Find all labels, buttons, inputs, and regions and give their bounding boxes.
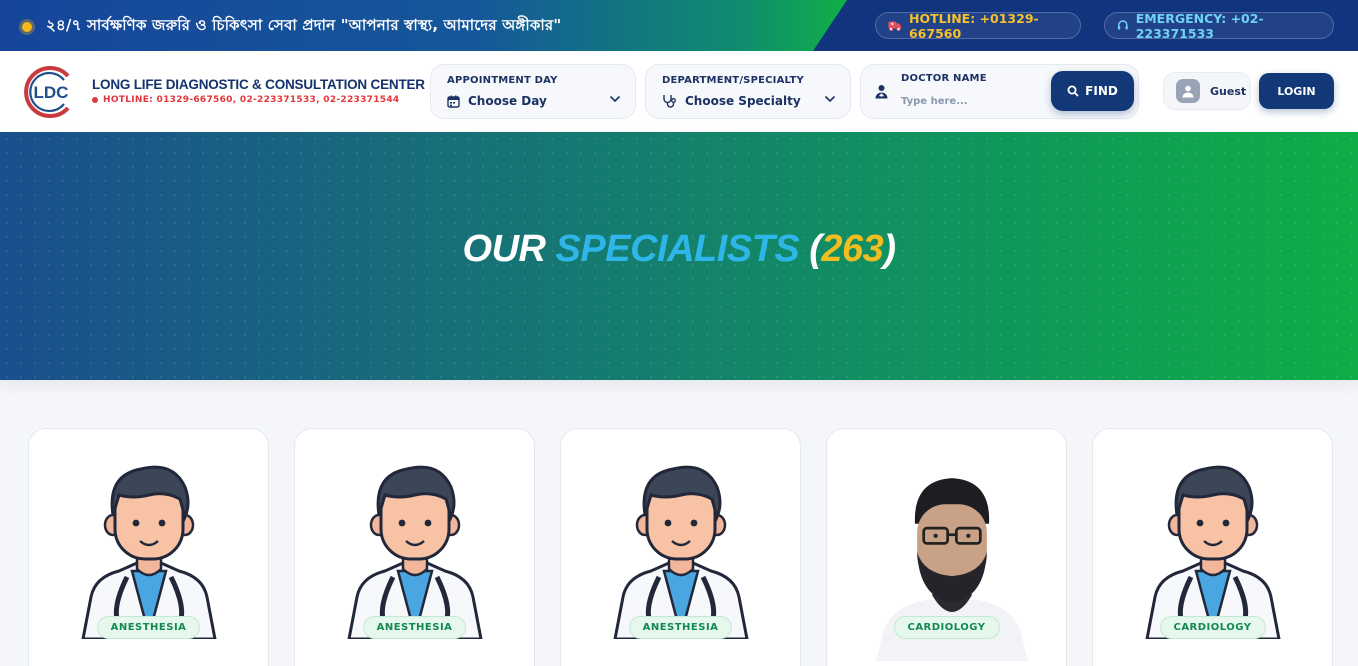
doctor-card[interactable]: ANESTHESIA [560,428,801,666]
page-title: OUR SPECIALISTS (263) [462,228,896,270]
hotline-dot-icon [92,97,98,103]
doctor-avatar-illustration [613,465,749,639]
chevron-down-icon [609,95,621,103]
hotline-text: HOTLINE: +01329-667560 [908,10,1039,41]
doctor-avatar-illustration [1145,465,1281,639]
department-badge: CARDIOLOGY [1159,616,1266,639]
emergency-pill[interactable]: EMERGENCY: +02-223371533 [1104,10,1334,41]
stethoscope-icon [663,95,676,108]
doctor-card[interactable]: CARDIOLOGY [826,428,1067,666]
brand-hotline-text: HOTLINE: 01329-667560, 02-223371533, 02-… [103,95,400,105]
guest-label: Guest [1210,84,1247,98]
doctor-name-label: DOCTOR NAME [901,73,987,84]
guest-account[interactable]: Guest [1163,72,1251,110]
ldc-logo[interactable]: LDC [24,65,78,119]
headset-icon [1117,20,1128,30]
emergency-text: EMERGENCY: +02-223371533 [1135,10,1264,41]
department-badge: ANESTHESIA [362,616,467,639]
doctor-avatar-illustration [81,465,217,639]
brand-hotline: HOTLINE: 01329-667560, 02-223371533, 02-… [92,95,399,105]
doctor-card[interactable]: ANESTHESIA [28,428,269,666]
doctor-avatar-illustration [347,465,483,639]
specialist-count: 263 [821,228,884,270]
hotline-pill[interactable]: HOTLINE: +01329-667560 [875,10,1081,41]
user-icon [1182,85,1194,97]
doctor-icon [875,85,888,99]
department-badge: ANESTHESIA [96,616,201,639]
department-label: DEPARTMENT/SPECIALTY [662,75,804,86]
appointment-day-select[interactable]: APPOINTMENT DAY Choose Day [430,64,636,119]
avatar [1176,79,1200,103]
brand-name: LONG LIFE DIAGNOSTIC & CONSULTATION CENT… [92,77,425,92]
department-select[interactable]: DEPARTMENT/SPECIALTY Choose Specialty [645,64,851,119]
svg-text:LDC: LDC [34,83,69,102]
appointment-day-label: APPOINTMENT DAY [447,75,558,86]
specialists-hero: OUR SPECIALISTS (263) [0,132,1358,380]
find-button[interactable]: FIND [1051,71,1134,111]
live-dot-icon [22,21,32,32]
search-icon [1067,85,1079,97]
announcement-text: ২৪/৭ সার্বক্ষণিক জরুরি ও চিকিৎসা সেবা প্… [46,16,562,34]
ambulance-icon [888,21,902,32]
main-header: LDC LONG LIFE DIAGNOSTIC & CONSULTATION … [0,51,1358,132]
department-badge: ANESTHESIA [628,616,733,639]
doctor-name-input[interactable] [901,92,1041,110]
doctor-card[interactable]: ANESTHESIA [294,428,535,666]
announcement-marquee: ২৪/৭ সার্বক্ষণিক জরুরি ও চিকিৎসা সেবা প্… [22,14,561,39]
appointment-day-value: Choose Day [447,94,547,108]
chevron-down-icon [824,95,836,103]
doctor-card-grid: ANESTHESIA ANESTHESIA ANESTHESIA CARDIOL… [28,428,1333,666]
calendar-icon [447,95,460,108]
department-value: Choose Specialty [662,94,801,108]
department-badge: CARDIOLOGY [893,616,1000,639]
login-button[interactable]: LOGIN [1259,73,1334,109]
doctor-card[interactable]: CARDIOLOGY [1092,428,1333,666]
top-announcement-bar: ২৪/৭ সার্বক্ষণিক জরুরি ও চিকিৎসা সেবা প্… [0,0,1358,51]
